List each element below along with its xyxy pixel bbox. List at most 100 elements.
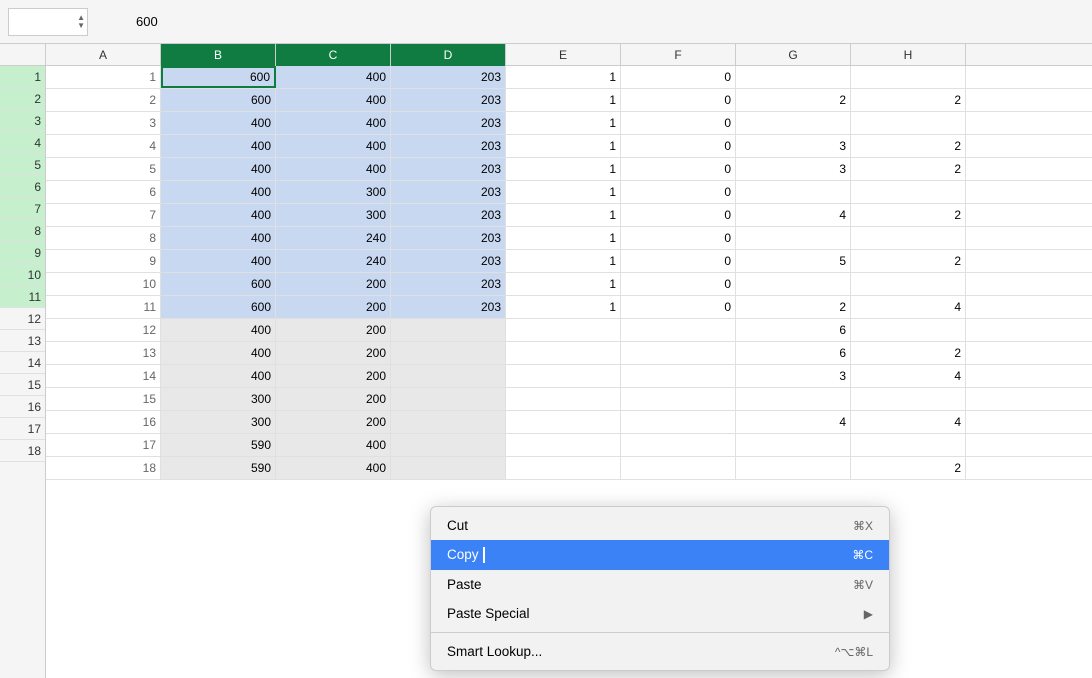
cell-E10[interactable]: 1	[506, 273, 621, 295]
cell-B16[interactable]: 300	[161, 411, 276, 433]
cell-G2[interactable]: 2	[736, 89, 851, 111]
cell-reference-box[interactable]: ▲ ▼	[8, 8, 88, 36]
cell-D13[interactable]	[391, 342, 506, 364]
cell-E2[interactable]: 1	[506, 89, 621, 111]
cell-E7[interactable]: 1	[506, 204, 621, 226]
cell-E5[interactable]: 1	[506, 158, 621, 180]
cell-F3[interactable]: 0	[621, 112, 736, 134]
col-header-G[interactable]: G	[736, 44, 851, 66]
cell-C10[interactable]: 200	[276, 273, 391, 295]
cell-D18[interactable]	[391, 457, 506, 479]
cell-E17[interactable]	[506, 434, 621, 456]
cell-H16[interactable]: 4	[851, 411, 966, 433]
row-header-18[interactable]: 18	[0, 440, 45, 462]
cell-H5[interactable]: 2	[851, 158, 966, 180]
cell-F9[interactable]: 0	[621, 250, 736, 272]
cell-D5[interactable]: 203	[391, 158, 506, 180]
cell-A12[interactable]: 12	[46, 319, 161, 341]
cell-C11[interactable]: 200	[276, 296, 391, 318]
col-header-D[interactable]: D	[391, 44, 506, 66]
row-header-5[interactable]: 5	[0, 154, 45, 176]
cell-F13[interactable]	[621, 342, 736, 364]
cell-G13[interactable]: 6	[736, 342, 851, 364]
cell-C13[interactable]: 200	[276, 342, 391, 364]
cell-D2[interactable]: 203	[391, 89, 506, 111]
cell-A2[interactable]: 2	[46, 89, 161, 111]
cell-F5[interactable]: 0	[621, 158, 736, 180]
cell-F7[interactable]: 0	[621, 204, 736, 226]
cell-C7[interactable]: 300	[276, 204, 391, 226]
cell-D1[interactable]: 203	[391, 66, 506, 88]
cell-H10[interactable]	[851, 273, 966, 295]
corner-cell[interactable]	[0, 44, 46, 65]
row-header-3[interactable]: 3	[0, 110, 45, 132]
cell-B1[interactable]: 600	[161, 66, 276, 88]
cell-C4[interactable]: 400	[276, 135, 391, 157]
confirm-formula-button[interactable]	[108, 20, 116, 24]
cell-A3[interactable]: 3	[46, 112, 161, 134]
row-header-9[interactable]: 9	[0, 242, 45, 264]
cell-F1[interactable]: 0	[621, 66, 736, 88]
row-header-15[interactable]: 15	[0, 374, 45, 396]
col-header-B[interactable]: B	[161, 44, 276, 66]
cell-A14[interactable]: 14	[46, 365, 161, 387]
row-header-6[interactable]: 6	[0, 176, 45, 198]
cell-F17[interactable]	[621, 434, 736, 456]
cell-G9[interactable]: 5	[736, 250, 851, 272]
row-header-4[interactable]: 4	[0, 132, 45, 154]
cell-F4[interactable]: 0	[621, 135, 736, 157]
cell-A5[interactable]: 5	[46, 158, 161, 180]
row-header-2[interactable]: 2	[0, 88, 45, 110]
cell-A16[interactable]: 16	[46, 411, 161, 433]
row-header-10[interactable]: 10	[0, 264, 45, 286]
cell-A15[interactable]: 15	[46, 388, 161, 410]
cell-G14[interactable]: 3	[736, 365, 851, 387]
cell-B5[interactable]: 400	[161, 158, 276, 180]
cell-B15[interactable]: 300	[161, 388, 276, 410]
cell-B17[interactable]: 590	[161, 434, 276, 456]
row-header-7[interactable]: 7	[0, 198, 45, 220]
cell-B18[interactable]: 590	[161, 457, 276, 479]
cell-C3[interactable]: 400	[276, 112, 391, 134]
row-header-14[interactable]: 14	[0, 352, 45, 374]
cell-F6[interactable]: 0	[621, 181, 736, 203]
cell-D12[interactable]	[391, 319, 506, 341]
cell-C5[interactable]: 400	[276, 158, 391, 180]
cell-E11[interactable]: 1	[506, 296, 621, 318]
cell-E1[interactable]: 1	[506, 66, 621, 88]
cell-C12[interactable]: 200	[276, 319, 391, 341]
cell-H12[interactable]	[851, 319, 966, 341]
cell-D15[interactable]	[391, 388, 506, 410]
cell-C14[interactable]: 200	[276, 365, 391, 387]
cell-E14[interactable]	[506, 365, 621, 387]
cell-F12[interactable]	[621, 319, 736, 341]
cell-G11[interactable]: 2	[736, 296, 851, 318]
cell-H2[interactable]: 2	[851, 89, 966, 111]
row-header-13[interactable]: 13	[0, 330, 45, 352]
row-header-17[interactable]: 17	[0, 418, 45, 440]
cell-H8[interactable]	[851, 227, 966, 249]
cell-E18[interactable]	[506, 457, 621, 479]
cell-E9[interactable]: 1	[506, 250, 621, 272]
cell-E3[interactable]: 1	[506, 112, 621, 134]
cell-H4[interactable]: 2	[851, 135, 966, 157]
row-header-12[interactable]: 12	[0, 308, 45, 330]
cell-D9[interactable]: 203	[391, 250, 506, 272]
cell-B11[interactable]: 600	[161, 296, 276, 318]
cell-C8[interactable]: 240	[276, 227, 391, 249]
cell-B9[interactable]: 400	[161, 250, 276, 272]
cell-B3[interactable]: 400	[161, 112, 276, 134]
cell-G1[interactable]	[736, 66, 851, 88]
cell-F14[interactable]	[621, 365, 736, 387]
cell-B8[interactable]: 400	[161, 227, 276, 249]
cell-E15[interactable]	[506, 388, 621, 410]
cell-G8[interactable]	[736, 227, 851, 249]
cell-H6[interactable]	[851, 181, 966, 203]
cell-C18[interactable]: 400	[276, 457, 391, 479]
menu-item-paste[interactable]: Paste⌘V	[431, 570, 889, 599]
cell-C17[interactable]: 400	[276, 434, 391, 456]
cell-F2[interactable]: 0	[621, 89, 736, 111]
cell-C9[interactable]: 240	[276, 250, 391, 272]
cell-C2[interactable]: 400	[276, 89, 391, 111]
cell-G4[interactable]: 3	[736, 135, 851, 157]
